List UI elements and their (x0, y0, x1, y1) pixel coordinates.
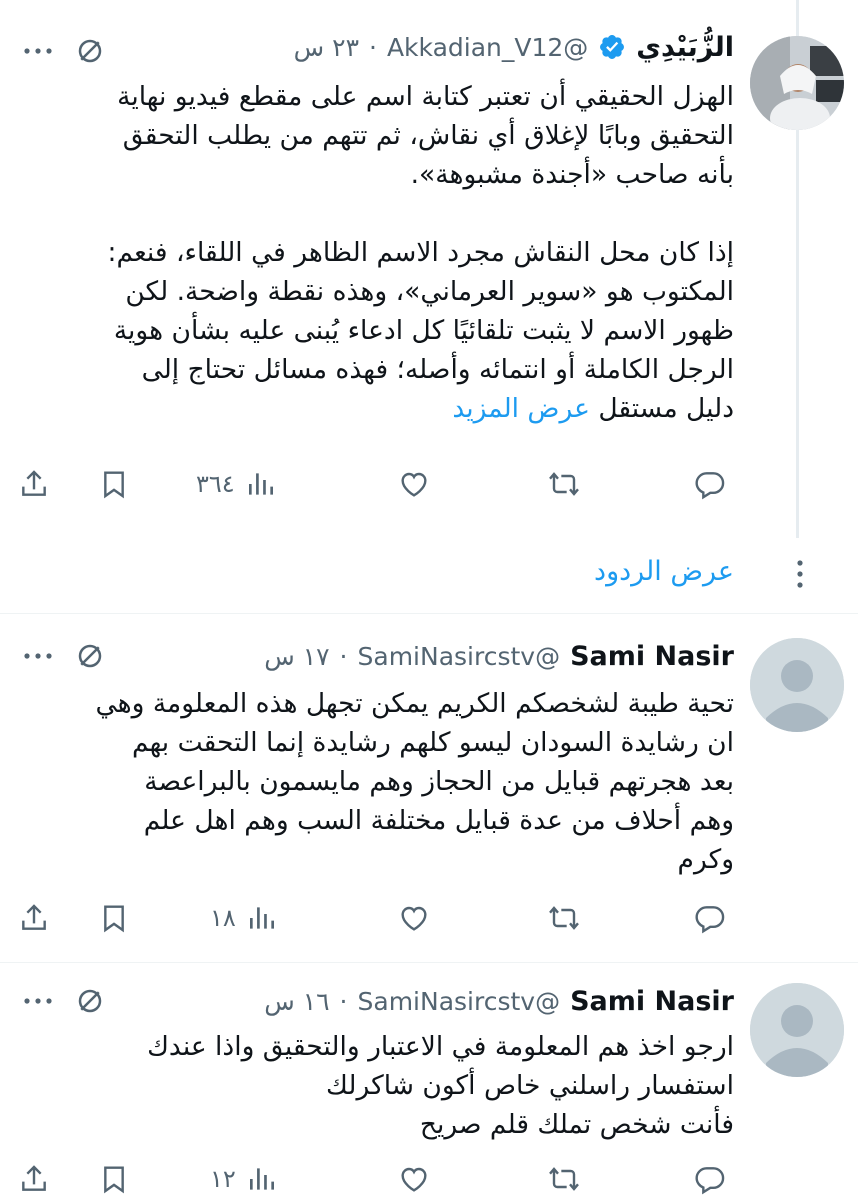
post-header: الزُّبَيْدِي @Akkadian_V12 · ٢٣ س (294, 27, 734, 67)
reply-button[interactable] (694, 898, 726, 938)
repost-icon (549, 472, 579, 496)
timestamp[interactable]: ١٧ س (264, 642, 329, 671)
repost-button[interactable] (548, 898, 580, 938)
grok-icon[interactable] (72, 33, 108, 69)
repost-button[interactable] (548, 464, 580, 504)
display-name[interactable]: الزُّبَيْدِي (636, 32, 734, 63)
views-icon (249, 907, 274, 929)
action-bar: ١٢ (0, 1159, 858, 1199)
reply-button[interactable] (694, 1159, 726, 1199)
views-button[interactable]: ٣٦٤ (196, 464, 277, 504)
share-icon (22, 470, 46, 496)
action-bar: ٣٦٤ (0, 464, 858, 504)
views-count: ١٢ (210, 1165, 236, 1193)
grok-icon[interactable] (72, 638, 108, 674)
views-icon (248, 473, 273, 495)
handle[interactable]: @SamiNasircstv (358, 642, 561, 671)
like-button[interactable] (398, 464, 430, 504)
separator-dot: · (339, 641, 348, 671)
share-icon (22, 904, 46, 930)
repost-icon (549, 1167, 579, 1191)
share-button[interactable] (18, 464, 50, 504)
share-icon (22, 1165, 46, 1191)
bookmark-button[interactable] (98, 464, 130, 504)
share-button[interactable] (18, 898, 50, 938)
avatar[interactable] (750, 36, 844, 130)
like-icon (401, 1167, 427, 1192)
views-button[interactable]: ١٨ (210, 898, 278, 938)
more-icon[interactable] (20, 983, 56, 1019)
like-button[interactable] (398, 1159, 430, 1199)
display-name[interactable]: Sami Nasir (570, 986, 734, 1017)
avatar[interactable] (750, 983, 844, 1077)
handle[interactable]: @Akkadian_V12 (387, 33, 588, 62)
grok-icon[interactable] (72, 983, 108, 1019)
post-text: تحية طيبة لشخصكم الكريم يمكن تجهل هذه ال… (95, 688, 734, 875)
show-more-link[interactable]: عرض المزيد (452, 393, 590, 424)
avatar[interactable] (750, 638, 844, 732)
action-bar: ١٨ (0, 898, 858, 938)
views-count: ٣٦٤ (196, 470, 235, 498)
views-button[interactable]: ١٢ (210, 1159, 278, 1199)
post-1[interactable]: الزُّبَيْدِي @Akkadian_V12 · ٢٣ س الهزل … (0, 0, 858, 540)
post-header: Sami Nasir @SamiNasircstv · ١٦ س (264, 981, 734, 1021)
verified-badge-icon (598, 33, 626, 61)
bookmark-icon (104, 471, 124, 499)
more-icon[interactable] (782, 556, 818, 592)
bookmark-icon (104, 1166, 124, 1194)
share-button[interactable] (18, 1159, 50, 1199)
views-count: ١٨ (210, 904, 236, 932)
post-text: ارجو اخذ هم المعلومة في الاعتبار والتحقي… (147, 1031, 734, 1140)
views-icon (249, 1168, 274, 1190)
post-3[interactable]: Sami Nasir @SamiNasircstv · ١٦ س ارجو اخ… (0, 963, 858, 1200)
timestamp[interactable]: ١٦ س (264, 987, 329, 1016)
handle[interactable]: @SamiNasircstv (358, 987, 561, 1016)
reply-icon (695, 1167, 725, 1195)
separator-dot: · (339, 986, 348, 1016)
display-name[interactable]: Sami Nasir (570, 641, 734, 672)
post-2[interactable]: Sami Nasir @SamiNasircstv · ١٧ س تحية طي… (0, 614, 858, 962)
repost-icon (549, 906, 579, 930)
repost-button[interactable] (548, 1159, 580, 1199)
bookmark-button[interactable] (98, 1159, 130, 1199)
like-icon (401, 472, 427, 497)
timestamp[interactable]: ٢٣ س (294, 33, 359, 62)
like-button[interactable] (398, 898, 430, 938)
reply-icon (695, 906, 725, 934)
more-icon[interactable] (20, 638, 56, 674)
reply-icon (695, 472, 725, 500)
more-icon[interactable] (20, 33, 56, 69)
bookmark-button[interactable] (98, 898, 130, 938)
post-text: الهزل الحقيقي أن تعتبر كتابة اسم على مقط… (94, 77, 734, 428)
reply-button[interactable] (694, 464, 726, 504)
bookmark-icon (104, 905, 124, 933)
show-replies-link[interactable]: عرض الردود (594, 556, 734, 587)
like-icon (401, 906, 427, 931)
separator-dot: · (369, 32, 377, 62)
post-header: Sami Nasir @SamiNasircstv · ١٧ س (264, 636, 734, 676)
post-text-content: الهزل الحقيقي أن تعتبر كتابة اسم على مقط… (107, 81, 734, 424)
